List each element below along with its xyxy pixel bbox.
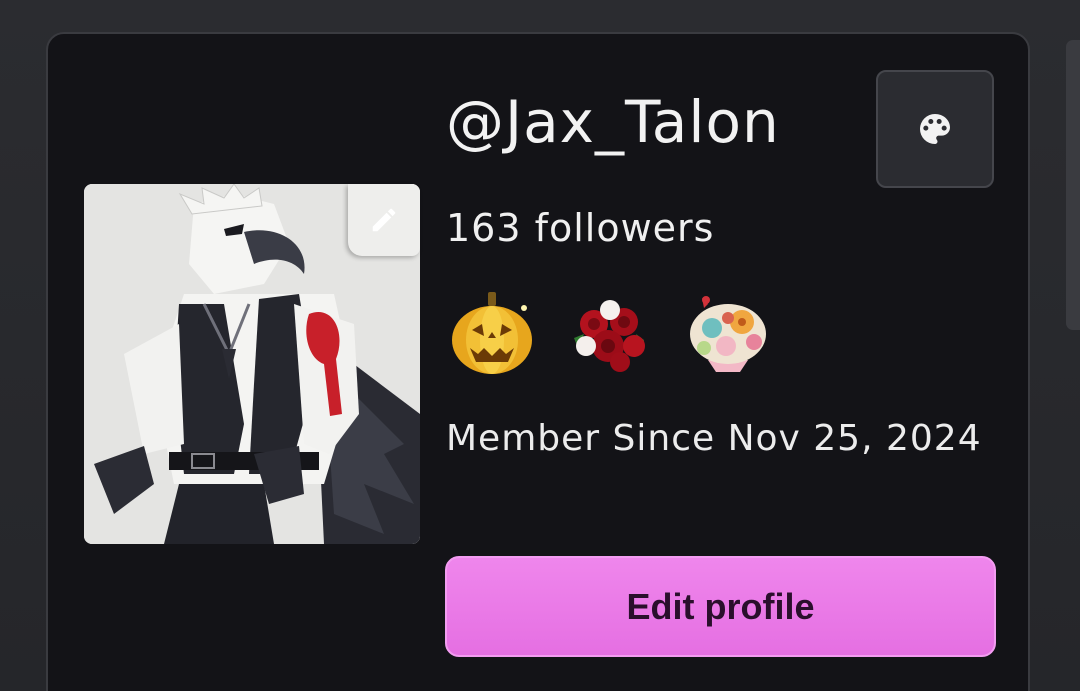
username: @Jax_Talon bbox=[446, 88, 780, 156]
rose-bouquet-icon[interactable] bbox=[564, 288, 656, 380]
badge-list bbox=[446, 286, 774, 382]
edit-profile-button[interactable]: Edit profile bbox=[445, 556, 996, 657]
scrollbar[interactable] bbox=[1066, 40, 1080, 330]
followers-count[interactable]: 163 followers bbox=[446, 202, 714, 254]
pencil-icon bbox=[372, 208, 396, 232]
jack-o-lantern-icon[interactable] bbox=[446, 288, 538, 380]
member-since: Member Since Nov 25, 2024 bbox=[446, 418, 982, 459]
palette-icon bbox=[920, 114, 950, 144]
edit-avatar-button[interactable] bbox=[348, 184, 420, 256]
theme-button[interactable] bbox=[876, 70, 994, 188]
profile-page: @Jax_Talon 163 followers Member Since No… bbox=[0, 0, 1080, 691]
flower-bouquet-icon[interactable] bbox=[682, 288, 774, 380]
